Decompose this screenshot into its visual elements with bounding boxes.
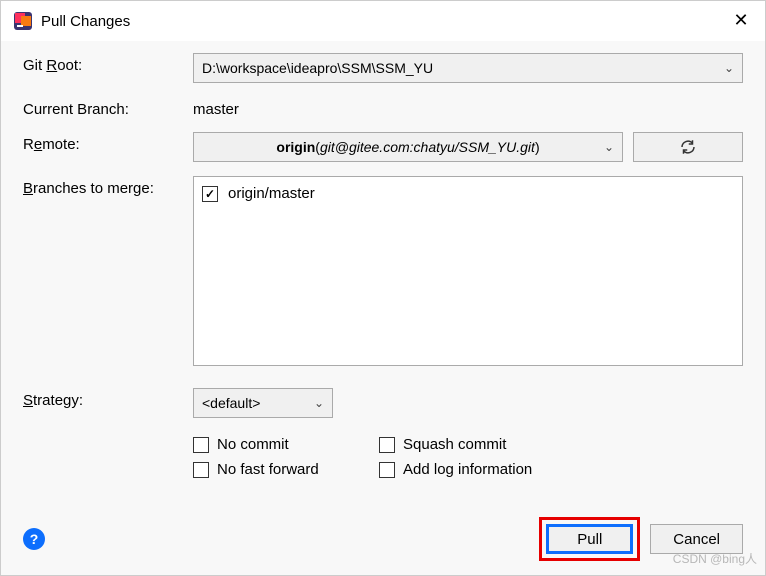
strategy-label: Strategy: <box>23 388 193 409</box>
highlight-box: Pull <box>539 517 640 561</box>
squash-checkbox[interactable]: Squash commit <box>379 436 579 453</box>
no-fast-forward-checkbox[interactable]: No fast forward <box>193 461 373 478</box>
close-icon[interactable]: ✕ <box>729 9 753 33</box>
branch-checkbox[interactable] <box>202 186 218 202</box>
checkbox-icon <box>193 462 209 478</box>
git-root-dropdown[interactable]: D:\workspace\ideapro\SSM\SSM_YU ⌄ <box>193 53 743 83</box>
strategy-dropdown[interactable]: <default> ⌄ <box>193 388 333 418</box>
checkbox-icon <box>379 437 395 453</box>
dialog-content: Git Root: D:\workspace\ideapro\SSM\SSM_Y… <box>1 41 765 494</box>
title-bar: Pull Changes ✕ <box>1 1 765 41</box>
current-branch-label: Current Branch: <box>23 97 193 118</box>
branches-label: Branches to merge: <box>23 176 193 197</box>
watermark: CSDN @bing人 <box>673 550 757 567</box>
refresh-button[interactable] <box>633 132 743 162</box>
chevron-down-icon: ⌄ <box>314 396 324 410</box>
chevron-down-icon: ⌄ <box>604 140 614 154</box>
checkbox-icon <box>193 437 209 453</box>
add-log-checkbox[interactable]: Add log information <box>379 461 579 478</box>
bottom-bar: ? Pull Cancel <box>23 517 743 561</box>
remote-label: Remote: <box>23 132 193 153</box>
refresh-icon <box>679 138 697 156</box>
chevron-down-icon: ⌄ <box>724 61 734 75</box>
help-icon[interactable]: ? <box>23 528 45 550</box>
remote-dropdown[interactable]: origin(git@gitee.com:chatyu/SSM_YU.git) … <box>193 132 623 162</box>
no-commit-checkbox[interactable]: No commit <box>193 436 373 453</box>
current-branch-value: master <box>193 97 743 118</box>
window-title: Pull Changes <box>41 13 729 30</box>
checkbox-icon <box>379 462 395 478</box>
branch-label: origin/master <box>228 185 315 202</box>
git-root-label: Git Root: <box>23 53 193 74</box>
pull-button[interactable]: Pull <box>546 524 633 554</box>
branches-list[interactable]: origin/master <box>193 176 743 366</box>
intellij-icon <box>13 11 33 31</box>
branch-item[interactable]: origin/master <box>202 185 734 202</box>
